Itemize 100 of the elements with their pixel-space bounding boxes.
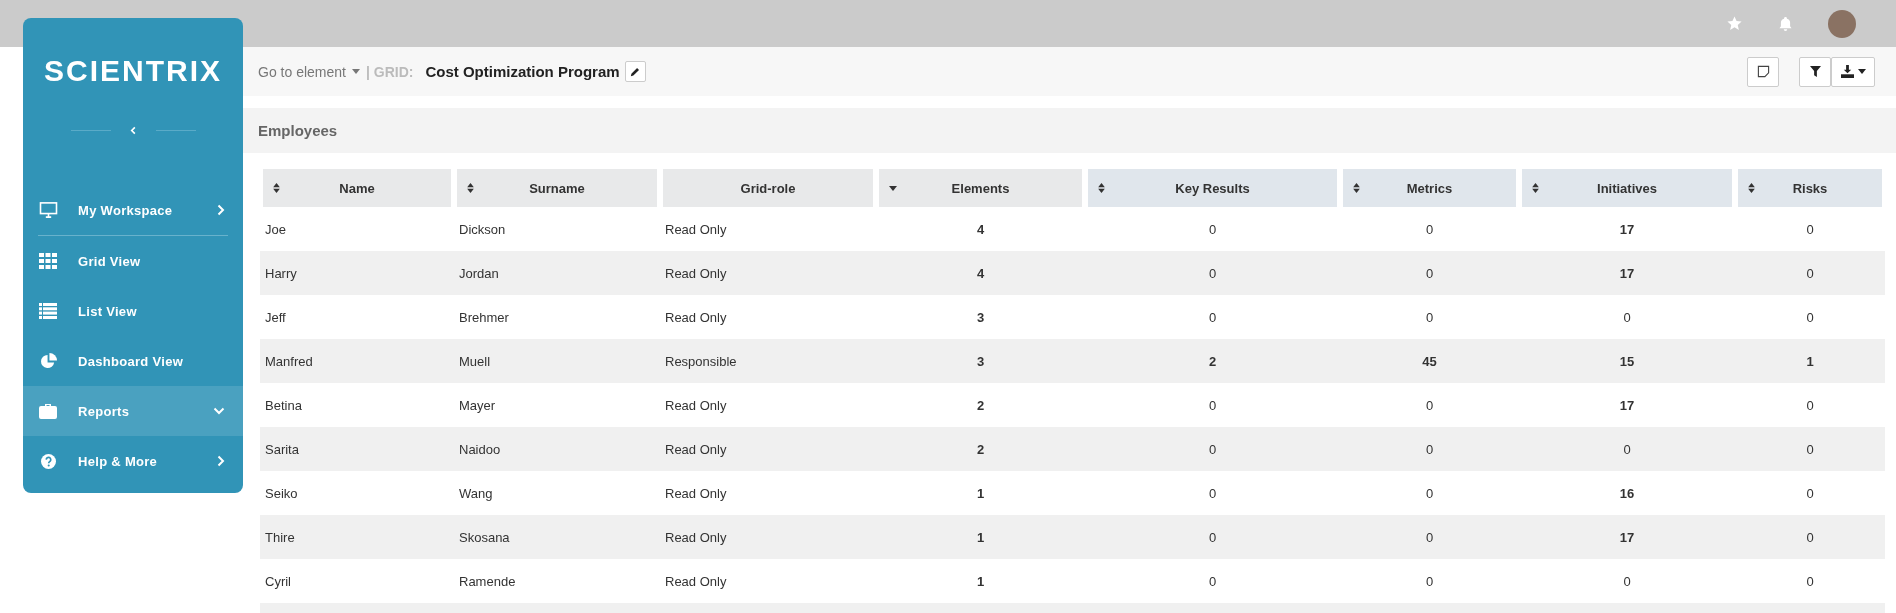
- grid-label: | GRID:: [365, 63, 414, 80]
- table-cell: 0: [1088, 515, 1337, 559]
- star-icon[interactable]: [1726, 15, 1743, 32]
- table-cell-text: Cyril: [264, 572, 292, 591]
- table-cell: 15: [1522, 339, 1732, 383]
- filter-icon: [1809, 66, 1821, 77]
- table-cell-text: 0: [1207, 220, 1218, 239]
- table-cell-text: 0: [1207, 396, 1218, 415]
- table-cell: 0: [1343, 251, 1516, 295]
- table-cell: Naidoo: [457, 427, 657, 471]
- table-cell: 2: [879, 427, 1082, 471]
- monitor-icon: [38, 202, 58, 218]
- table-cell-text: Read Only: [664, 572, 728, 591]
- column-header[interactable]: Elements: [879, 169, 1082, 207]
- table-cell-text: 0: [1424, 396, 1435, 415]
- sort-descending-icon: [889, 185, 897, 191]
- column-header[interactable]: Name: [263, 169, 451, 207]
- avatar[interactable]: [1828, 9, 1856, 38]
- table-cell-text: 0: [1805, 396, 1815, 415]
- note-icon: [1756, 65, 1770, 78]
- table-cell: 17: [1522, 515, 1732, 559]
- column-header[interactable]: Key Results: [1088, 169, 1337, 207]
- column-header[interactable]: Metrics: [1343, 169, 1516, 207]
- pie-chart-icon: [39, 352, 57, 370]
- table-cell-text: 0: [1622, 572, 1632, 591]
- table-cell-text: Seiko: [264, 484, 299, 503]
- table-cell-text: 17: [1618, 396, 1636, 415]
- table-cell-text: Read Only: [664, 220, 728, 239]
- table-cell-text: Read Only: [664, 308, 728, 327]
- table-cell-text: 3: [975, 308, 986, 327]
- table-cell-text: 0: [1805, 572, 1815, 591]
- grid-icon: [39, 253, 57, 269]
- table-cell: 1: [879, 515, 1082, 559]
- go-to-element-dropdown[interactable]: Go to element: [258, 63, 360, 80]
- table-cell-text: 0: [1805, 484, 1815, 503]
- table-cell-text: 1: [975, 484, 986, 503]
- table-cell-text: 0: [1424, 308, 1435, 327]
- table-cell: Jordan: [457, 251, 657, 295]
- table-cell: 3: [879, 339, 1082, 383]
- table-cell-text: 0: [1424, 572, 1435, 591]
- download-button[interactable]: [1831, 56, 1875, 87]
- table-cell: Read Only: [663, 251, 873, 295]
- column-header[interactable]: Risks: [1738, 169, 1882, 207]
- table-cell-text: Betina: [264, 396, 303, 415]
- table-cell: Muell: [457, 339, 657, 383]
- filter-button[interactable]: [1799, 56, 1831, 87]
- table-cell-text: 1: [975, 572, 986, 591]
- table-cell-text: 0: [1622, 308, 1632, 327]
- table-cell-text: Read Only: [664, 484, 728, 503]
- table-cell: Skosana: [457, 515, 657, 559]
- pencil-icon: [630, 66, 641, 77]
- caret-icon: [351, 69, 360, 74]
- table-cell: Harry: [263, 251, 451, 295]
- column-header[interactable]: Initiatives: [1522, 169, 1732, 207]
- table-cell: 1: [1738, 339, 1882, 383]
- sort-icon: [1353, 183, 1360, 193]
- table-cell: 0: [1522, 427, 1732, 471]
- table-cell: Read Only: [663, 427, 873, 471]
- table-cell: 17: [1522, 251, 1732, 295]
- table-cell: Thire: [263, 515, 451, 559]
- briefcase-icon: [39, 403, 57, 419]
- caret-icon: [1857, 69, 1866, 74]
- table-cell-text: Dickson: [458, 220, 507, 239]
- note-button[interactable]: [1747, 56, 1779, 87]
- table-cell: 0: [1343, 427, 1516, 471]
- table-cell: 2: [1088, 339, 1337, 383]
- table-cell-text: Read Only: [664, 396, 728, 415]
- table-cell: 0: [1738, 251, 1882, 295]
- table-cell: 45: [1343, 339, 1516, 383]
- chevron-left-icon[interactable]: [128, 126, 138, 135]
- table-cell: 0: [1088, 251, 1337, 295]
- table-cell: Read Only: [663, 515, 873, 559]
- sort-icon: [1098, 183, 1105, 193]
- table-cell: 0: [1738, 515, 1882, 559]
- download-icon: [1840, 65, 1854, 78]
- list-icon: [39, 303, 57, 319]
- sort-icon: [1748, 183, 1755, 193]
- logo: SCIENTRIX: [43, 55, 223, 87]
- table-cell-text: Brehmer: [458, 308, 510, 327]
- table-cell: 0: [1343, 515, 1516, 559]
- panel-title: Employees: [258, 122, 338, 139]
- table-cell-text: 0: [1805, 220, 1815, 239]
- edit-button[interactable]: [624, 61, 646, 82]
- table-cell: Sarita: [263, 427, 451, 471]
- table-cell-text: Ramende: [458, 572, 517, 591]
- help-icon: [40, 453, 56, 469]
- table-cell-text: 0: [1207, 308, 1218, 327]
- table-cell-text: 0: [1424, 484, 1435, 503]
- table-cell-text: Jeff: [264, 308, 287, 327]
- table-cell-text: 0: [1805, 308, 1815, 327]
- table-cell: 0: [1738, 427, 1882, 471]
- sort-icon: [273, 183, 280, 193]
- grid-name: Cost Optimization Program: [425, 63, 620, 80]
- table-cell-text: 0: [1424, 220, 1435, 239]
- table-cell: 4: [879, 251, 1082, 295]
- sort-icon: [1532, 183, 1539, 193]
- column-header[interactable]: Surname: [457, 169, 657, 207]
- table-cell-text: Mayer: [458, 396, 497, 415]
- table-cell-text: 4: [975, 220, 986, 239]
- column-header[interactable]: Grid-role: [663, 169, 873, 207]
